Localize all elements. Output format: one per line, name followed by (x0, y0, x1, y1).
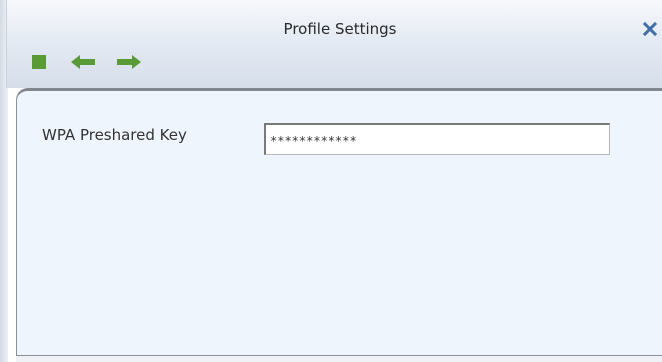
arrow-right-icon (117, 55, 141, 69)
stop-button[interactable] (29, 52, 49, 72)
window-title: Profile Settings (283, 20, 397, 38)
panel-bottom-edge (16, 356, 662, 362)
wpa-preshared-key-label: WPA Preshared Key (42, 126, 187, 144)
back-button[interactable] (67, 52, 101, 72)
close-button[interactable] (639, 18, 661, 40)
wpa-preshared-key-input[interactable] (264, 123, 610, 155)
arrow-left-icon (71, 55, 95, 69)
close-icon (642, 21, 658, 37)
forward-button[interactable] (111, 52, 145, 72)
square-stop-icon (32, 55, 46, 69)
title-bar: Profile Settings (6, 0, 662, 88)
profile-settings-window: Profile Settings WPA Preshared Key (0, 0, 662, 362)
